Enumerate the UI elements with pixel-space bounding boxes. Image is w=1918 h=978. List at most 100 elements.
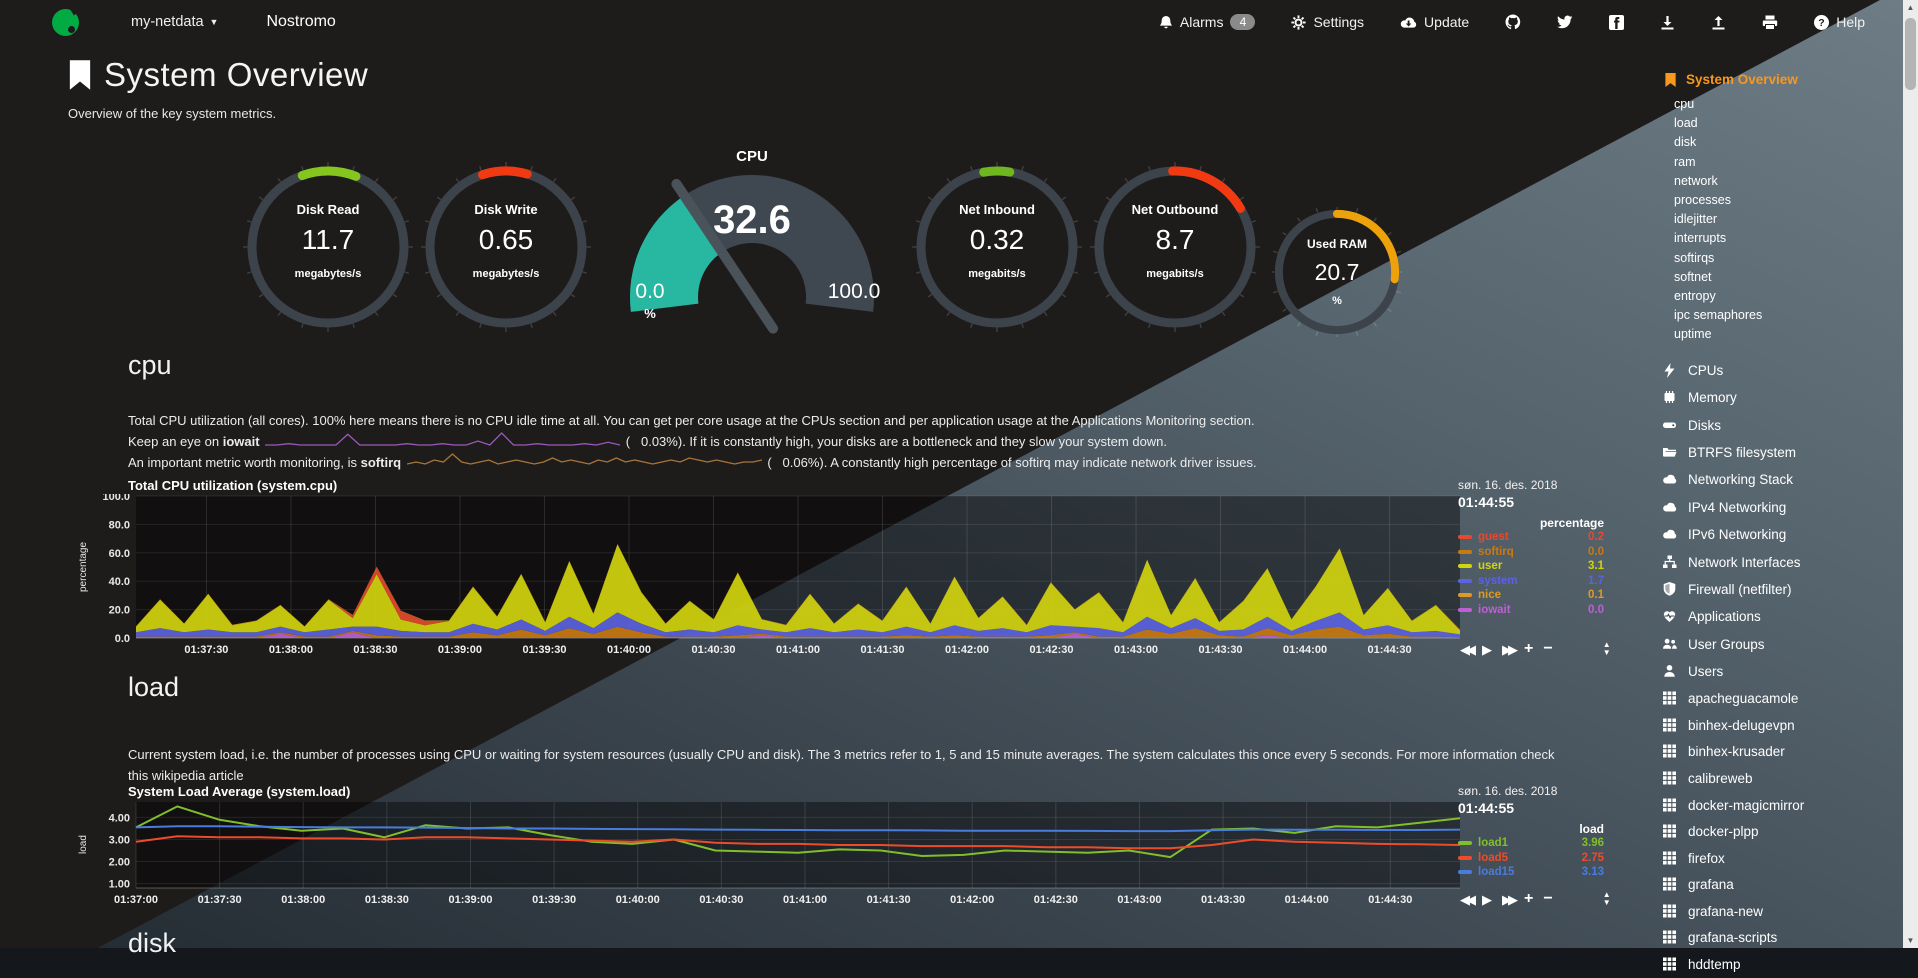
alarms-button[interactable]: Alarms 4 (1159, 14, 1256, 30)
sidebar-item-calibreweb[interactable]: calibreweb (1662, 765, 1898, 792)
legend-row-guest[interactable]: guest0.2 (1458, 530, 1604, 545)
legend-row-load1[interactable]: load13.96 (1458, 836, 1604, 851)
sidebar-item-disks[interactable]: Disks (1662, 411, 1898, 438)
sidebar-item-grafana-scripts[interactable]: grafana-scripts (1662, 925, 1898, 952)
scrollbar-thumb[interactable] (1905, 18, 1916, 90)
twitter-link[interactable] (1557, 15, 1573, 29)
help-button[interactable]: ? Help (1814, 14, 1865, 30)
scroll-down-arrow-icon[interactable]: ▼ (1903, 933, 1918, 948)
page-scrollbar[interactable]: ▲ ▼ (1903, 0, 1918, 948)
sidebar-item-users[interactable]: Users (1662, 658, 1898, 685)
sidebar-subitem-softnet[interactable]: softnet (1674, 268, 1898, 287)
sidebar-item-docker-magicmirror[interactable]: docker-magicmirror (1662, 792, 1898, 819)
sidebar-item-networking-stack[interactable]: Networking Stack (1662, 466, 1898, 493)
sidebar-item-label: binhex-krusader (1688, 744, 1785, 759)
sidebar-subitem-ipc-semaphores[interactable]: ipc semaphores (1674, 306, 1898, 325)
legend-row-system[interactable]: system1.7 (1458, 574, 1604, 589)
sidebar-item-system-overview[interactable]: System Overview (1664, 72, 1898, 87)
sidebar-item-docker-plpp[interactable]: docker-plpp (1662, 818, 1898, 845)
zoom-out-icon[interactable]: − (1543, 641, 1552, 657)
legend-row-softirq[interactable]: softirq0.0 (1458, 545, 1604, 560)
sidebar-item-binhex-delugevpn[interactable]: binhex-delugevpn (1662, 712, 1898, 739)
legend-row-load15[interactable]: load153.13 (1458, 865, 1604, 880)
cpu-chart[interactable]: Total CPU utilization (system.cpu)percen… (78, 478, 1598, 664)
hostname[interactable]: Nostromo (266, 13, 335, 31)
settings-button[interactable]: Settings (1291, 14, 1364, 30)
zoom-in-icon[interactable]: + (1524, 641, 1533, 657)
gauge-net-inbound[interactable]: Net Inbound0.32megabits/s (912, 162, 1082, 332)
skip-backward-icon[interactable]: ◀◀ (1460, 643, 1472, 656)
sidebar-item-firefox[interactable]: firefox (1662, 845, 1898, 872)
iowait-term[interactable]: iowait (223, 434, 260, 449)
sidebar-subitem-interrupts[interactable]: interrupts (1674, 229, 1898, 248)
netdata-logo-icon[interactable] (52, 9, 79, 36)
legend-swatch (1458, 870, 1472, 874)
gauge-disk-read[interactable]: Disk Read11.7megabytes/s (243, 162, 413, 332)
resize-handle-icon[interactable]: ▲▼ (1603, 891, 1611, 907)
sidebar-item-grafana-new[interactable]: grafana-new (1662, 898, 1898, 925)
sidebar-subitem-cpu[interactable]: cpu (1674, 95, 1898, 114)
folder-icon (1662, 445, 1677, 460)
sidebar-item-firewall-netfilter-[interactable]: Firewall (netfilter) (1662, 576, 1898, 603)
import-snapshot-button[interactable] (1711, 15, 1726, 30)
resize-handle-icon[interactable]: ▲▼ (1603, 641, 1611, 657)
legend-row-iowait[interactable]: iowait0.0 (1458, 603, 1604, 618)
legend-row-nice[interactable]: nice0.1 (1458, 588, 1604, 603)
play-icon[interactable]: ▶ (1482, 893, 1492, 906)
sidebar-subitem-load[interactable]: load (1674, 114, 1898, 133)
gauge-title: Net Outbound (1090, 202, 1260, 217)
zoom-in-icon[interactable]: + (1524, 891, 1533, 907)
sidebar-subitem-idlejitter[interactable]: idlejitter (1674, 210, 1898, 229)
gauge-title: Used RAM (1272, 237, 1402, 251)
sidebar-subitem-ram[interactable]: ram (1674, 153, 1898, 172)
cloud-download-icon (1400, 15, 1417, 30)
sidebar-item-grafana[interactable]: grafana (1662, 871, 1898, 898)
sidebar-item-user-groups[interactable]: User Groups (1662, 631, 1898, 658)
legend-row-load5[interactable]: load52.75 (1458, 851, 1604, 866)
sidebar-item-applications[interactable]: Applications (1662, 603, 1898, 630)
scroll-up-arrow-icon[interactable]: ▲ (1903, 0, 1918, 15)
legend-row-user[interactable]: user3.1 (1458, 559, 1604, 574)
gauge-used-ram[interactable]: Used RAM20.7% (1272, 207, 1402, 337)
sidebar-item-apacheguacamole[interactable]: apacheguacamole (1662, 685, 1898, 712)
sidebar-subitem-disk[interactable]: disk (1674, 133, 1898, 152)
skip-forward-icon[interactable]: ▶▶ (1502, 893, 1514, 906)
sidebar-subitem-processes[interactable]: processes (1674, 191, 1898, 210)
th-grid-icon (1662, 904, 1677, 919)
sidebar-item-hddtemp[interactable]: hddtemp (1662, 951, 1898, 978)
save-snapshot-button[interactable] (1660, 15, 1675, 30)
sidebar-item-memory[interactable]: Memory (1662, 384, 1898, 411)
sidebar-item-cpus[interactable]: CPUs (1662, 357, 1898, 384)
sidebar-subitem-softirqs[interactable]: softirqs (1674, 249, 1898, 268)
facebook-link[interactable] (1609, 15, 1624, 30)
gauge-value: 11.7 (243, 224, 413, 256)
softirq-term[interactable]: softirq (361, 455, 401, 470)
sidebar-item-ipv6-networking[interactable]: IPv6 Networking (1662, 521, 1898, 548)
skip-forward-icon[interactable]: ▶▶ (1502, 643, 1514, 656)
print-icon (1762, 15, 1778, 30)
gauge-net-outbound[interactable]: Net Outbound8.7megabits/s (1090, 162, 1260, 332)
gauge-title: Net Inbound (912, 202, 1082, 217)
update-button[interactable]: Update (1400, 14, 1469, 30)
sidebar-item-label: calibreweb (1688, 771, 1753, 786)
zoom-out-icon[interactable]: − (1543, 891, 1552, 907)
print-button[interactable] (1762, 15, 1778, 30)
sidebar-item-binhex-krusader[interactable]: binhex-krusader (1662, 739, 1898, 766)
github-link[interactable] (1505, 14, 1521, 30)
sidebar-item-ipv4-networking[interactable]: IPv4 Networking (1662, 494, 1898, 521)
x-tick-label: 01:44:30 (1368, 644, 1412, 656)
sidebar-item-network-interfaces[interactable]: Network Interfaces (1662, 548, 1898, 575)
sidebar-subitem-entropy[interactable]: entropy (1674, 287, 1898, 306)
sidebar-subitem-uptime[interactable]: uptime (1674, 325, 1898, 344)
sidebar-menu: System Overview cpuloaddiskramnetworkproc… (1662, 44, 1898, 948)
skip-backward-icon[interactable]: ◀◀ (1460, 893, 1472, 906)
gauge-disk-write[interactable]: Disk Write0.65megabytes/s (421, 162, 591, 332)
x-tick-label: 01:40:00 (616, 894, 660, 906)
play-icon[interactable]: ▶ (1482, 643, 1492, 656)
sidebar-item-btrfs-filesystem[interactable]: BTRFS filesystem (1662, 439, 1898, 466)
gauge-cpu[interactable]: CPU32.60.0100.0% (602, 140, 902, 340)
load-chart[interactable]: System Load Average (system.load)load1.0… (78, 784, 1598, 914)
wikipedia-link[interactable]: this wikipedia article (128, 768, 244, 783)
my-netdata-menu[interactable]: my-netdata ▼ (131, 14, 218, 30)
sidebar-subitem-network[interactable]: network (1674, 172, 1898, 191)
